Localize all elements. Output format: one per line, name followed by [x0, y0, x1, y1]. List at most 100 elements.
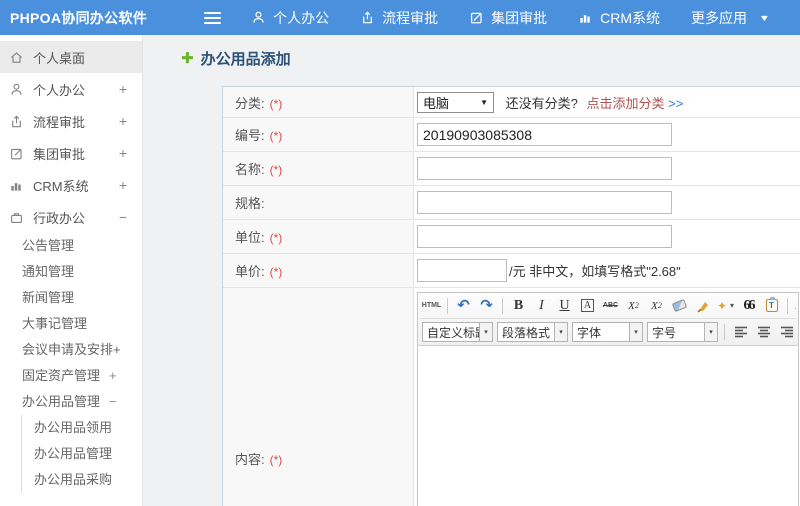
align-left-button[interactable] [730, 322, 751, 342]
form-row-spec: 规格: [223, 186, 800, 220]
expand-toggle[interactable]: + [119, 177, 127, 193]
sidebar-item-supplies-requisition[interactable]: 办公用品领用 [22, 415, 142, 441]
custom-title-dropdown[interactable]: 自定义标题 ▾ [422, 322, 493, 342]
auto-typeset-button[interactable]: ✦ ▾ [715, 296, 736, 316]
html-source-button[interactable]: HTML [421, 296, 442, 316]
dropdown-caret-icon[interactable]: ▾ [480, 322, 493, 342]
nav-item-more-apps[interactable]: 更多应用 ▼ [691, 8, 771, 28]
sidebar-item-personal-desktop[interactable]: 个人桌面 [0, 41, 142, 73]
nav-item-crm-system[interactable]: CRM系统 [578, 8, 660, 28]
strikethrough-button[interactable]: ABC [600, 296, 621, 316]
dropdown-caret-icon[interactable]: ▾ [555, 322, 568, 342]
expand-toggle[interactable]: + [119, 81, 127, 97]
remove-format-button[interactable] [669, 296, 690, 316]
nav-label: 个人办公 [273, 9, 330, 26]
sidebar-item-process-approval[interactable]: 流程审批 + [0, 105, 142, 137]
main-content: ✚ 办公用品添加 分类: (*) 电脑 ▼ 还没有分类? 点击添加分类 >> 编号… [143, 35, 800, 506]
sidebar-item-events-mgmt[interactable]: 大事记管理 [0, 311, 142, 337]
superscript-button[interactable]: X2 [623, 296, 644, 316]
font-color-button[interactable]: A ▾ [793, 296, 796, 316]
dropdown-caret-icon[interactable]: ▾ [705, 322, 718, 342]
italic-button[interactable]: I [531, 296, 552, 316]
app-logo[interactable]: PHPOA协同办公软件 [0, 8, 147, 28]
nav-item-process-approval[interactable]: 流程审批 [360, 8, 438, 28]
sidebar-subtree-office-supplies: 办公用品领用 办公用品管理 办公用品采购 [21, 415, 142, 493]
wand-icon: ✦ [716, 298, 728, 313]
required-mark: (*) [269, 452, 283, 467]
price-input[interactable] [417, 259, 507, 282]
editor-toolbar: HTML ↶ ↷ B I U A ABC X2 X2 ✦ ▾ 66 T 自定义标… [418, 293, 798, 346]
undo-button[interactable]: ↶ [453, 296, 474, 316]
spec-label: 规格: [223, 186, 414, 220]
add-category-link-arrows[interactable]: >> [668, 96, 683, 111]
top-header: PHPOA协同办公软件 个人办公 流程审批 集团审批 CRM系统 更多应用 ▼ [0, 0, 800, 35]
sidebar-item-supplies-manage[interactable]: 办公用品管理 [22, 441, 142, 467]
code-input[interactable] [417, 123, 672, 146]
toolbar-separator [447, 297, 448, 314]
add-category-link[interactable]: 点击添加分类 [586, 96, 664, 111]
underline-button[interactable]: U [554, 296, 575, 316]
required-mark: (*) [269, 231, 283, 245]
required-mark: (*) [269, 265, 283, 279]
toolbar-separator [724, 324, 725, 340]
dropdown-caret-icon[interactable]: ▾ [630, 322, 643, 342]
rich-text-editor: HTML ↶ ↷ B I U A ABC X2 X2 ✦ ▾ 66 T 自定义标… [417, 292, 799, 506]
chevron-down-icon[interactable]: ▼ [759, 13, 771, 23]
nav-label: 流程审批 [382, 9, 439, 26]
collapse-toggle[interactable]: − [109, 394, 117, 409]
sidebar-item-group-approval[interactable]: 集团审批 + [0, 137, 142, 169]
toolbar-separator [787, 297, 788, 314]
sidebar-item-notice-mgmt[interactable]: 通知管理 [0, 259, 142, 285]
paragraph-format-dropdown[interactable]: 段落格式 ▾ [497, 322, 568, 342]
align-center-button[interactable] [753, 322, 774, 342]
edit-icon [9, 146, 26, 161]
home-icon [9, 50, 26, 65]
sidebar-item-announcement-mgmt[interactable]: 公告管理 [0, 233, 142, 259]
sidebar-item-office-supplies-mgmt[interactable]: 办公用品管理 − [0, 389, 142, 415]
toolbar-separator [502, 297, 503, 314]
required-mark: (*) [269, 163, 283, 177]
name-input[interactable] [417, 157, 672, 180]
page-title: ✚ 办公用品添加 [181, 50, 291, 68]
font-size-dropdown[interactable]: 字号 ▾ [647, 322, 718, 342]
sidebar-item-supplies-purchase[interactable]: 办公用品采购 [22, 467, 142, 493]
nav-item-group-approval[interactable]: 集团审批 [469, 8, 547, 28]
editor-content-area[interactable] [418, 346, 798, 506]
expand-toggle[interactable]: + [119, 145, 127, 161]
unit-label: 单位: (*) [223, 220, 414, 254]
expand-toggle[interactable]: + [119, 113, 127, 129]
sidebar-item-admin-office[interactable]: 行政办公 − [0, 201, 142, 233]
redo-button[interactable]: ↷ [476, 296, 497, 316]
bold-button[interactable]: B [508, 296, 529, 316]
expand-toggle[interactable]: + [109, 368, 117, 383]
paste-plain-button[interactable]: T [761, 296, 782, 316]
price-label: 单价: (*) [223, 254, 414, 288]
editor-toolbar-row1: HTML ↶ ↷ B I U A ABC X2 X2 ✦ ▾ 66 T [420, 293, 796, 319]
font-border-button[interactable]: A [577, 296, 598, 316]
unit-input[interactable] [417, 225, 672, 248]
blockquote-button[interactable]: 66 [738, 296, 759, 316]
sidebar-item-personal-office[interactable]: 个人办公 + [0, 73, 142, 105]
required-mark: (*) [269, 96, 283, 111]
hamburger-menu-icon[interactable] [202, 5, 223, 31]
form-row-category: 分类: (*) 电脑 ▼ 还没有分类? 点击添加分类 >> [223, 87, 800, 118]
person-icon [251, 10, 266, 25]
price-hint: /元 非中文，如填写格式"2.68" [509, 263, 681, 279]
nav-item-personal-office[interactable]: 个人办公 [251, 8, 329, 28]
form-row-price: 单价: (*) /元 非中文，如填写格式"2.68" [223, 254, 800, 288]
nav-label: CRM系统 [600, 9, 660, 26]
sidebar-item-fixed-assets-mgmt[interactable]: 固定资产管理 + [0, 363, 142, 389]
format-painter-button[interactable] [692, 296, 713, 316]
font-family-dropdown[interactable]: 字体 ▾ [572, 322, 643, 342]
add-plus-icon: ✚ [181, 50, 194, 67]
sidebar-item-news-mgmt[interactable]: 新闻管理 [0, 285, 142, 311]
subscript-button[interactable]: X2 [646, 296, 667, 316]
sidebar-item-meeting-mgmt[interactable]: 会议申请及安排+ [0, 337, 142, 363]
sidebar-item-crm-system[interactable]: CRM系统 + [0, 169, 142, 201]
category-select[interactable]: 电脑 ▼ [417, 91, 494, 113]
editor-toolbar-row2: 自定义标题 ▾ 段落格式 ▾ 字体 ▾ [420, 319, 796, 345]
collapse-toggle[interactable]: − [119, 209, 127, 225]
required-mark: (*) [269, 129, 283, 143]
spec-input[interactable] [417, 191, 672, 214]
align-right-button[interactable] [776, 322, 796, 342]
